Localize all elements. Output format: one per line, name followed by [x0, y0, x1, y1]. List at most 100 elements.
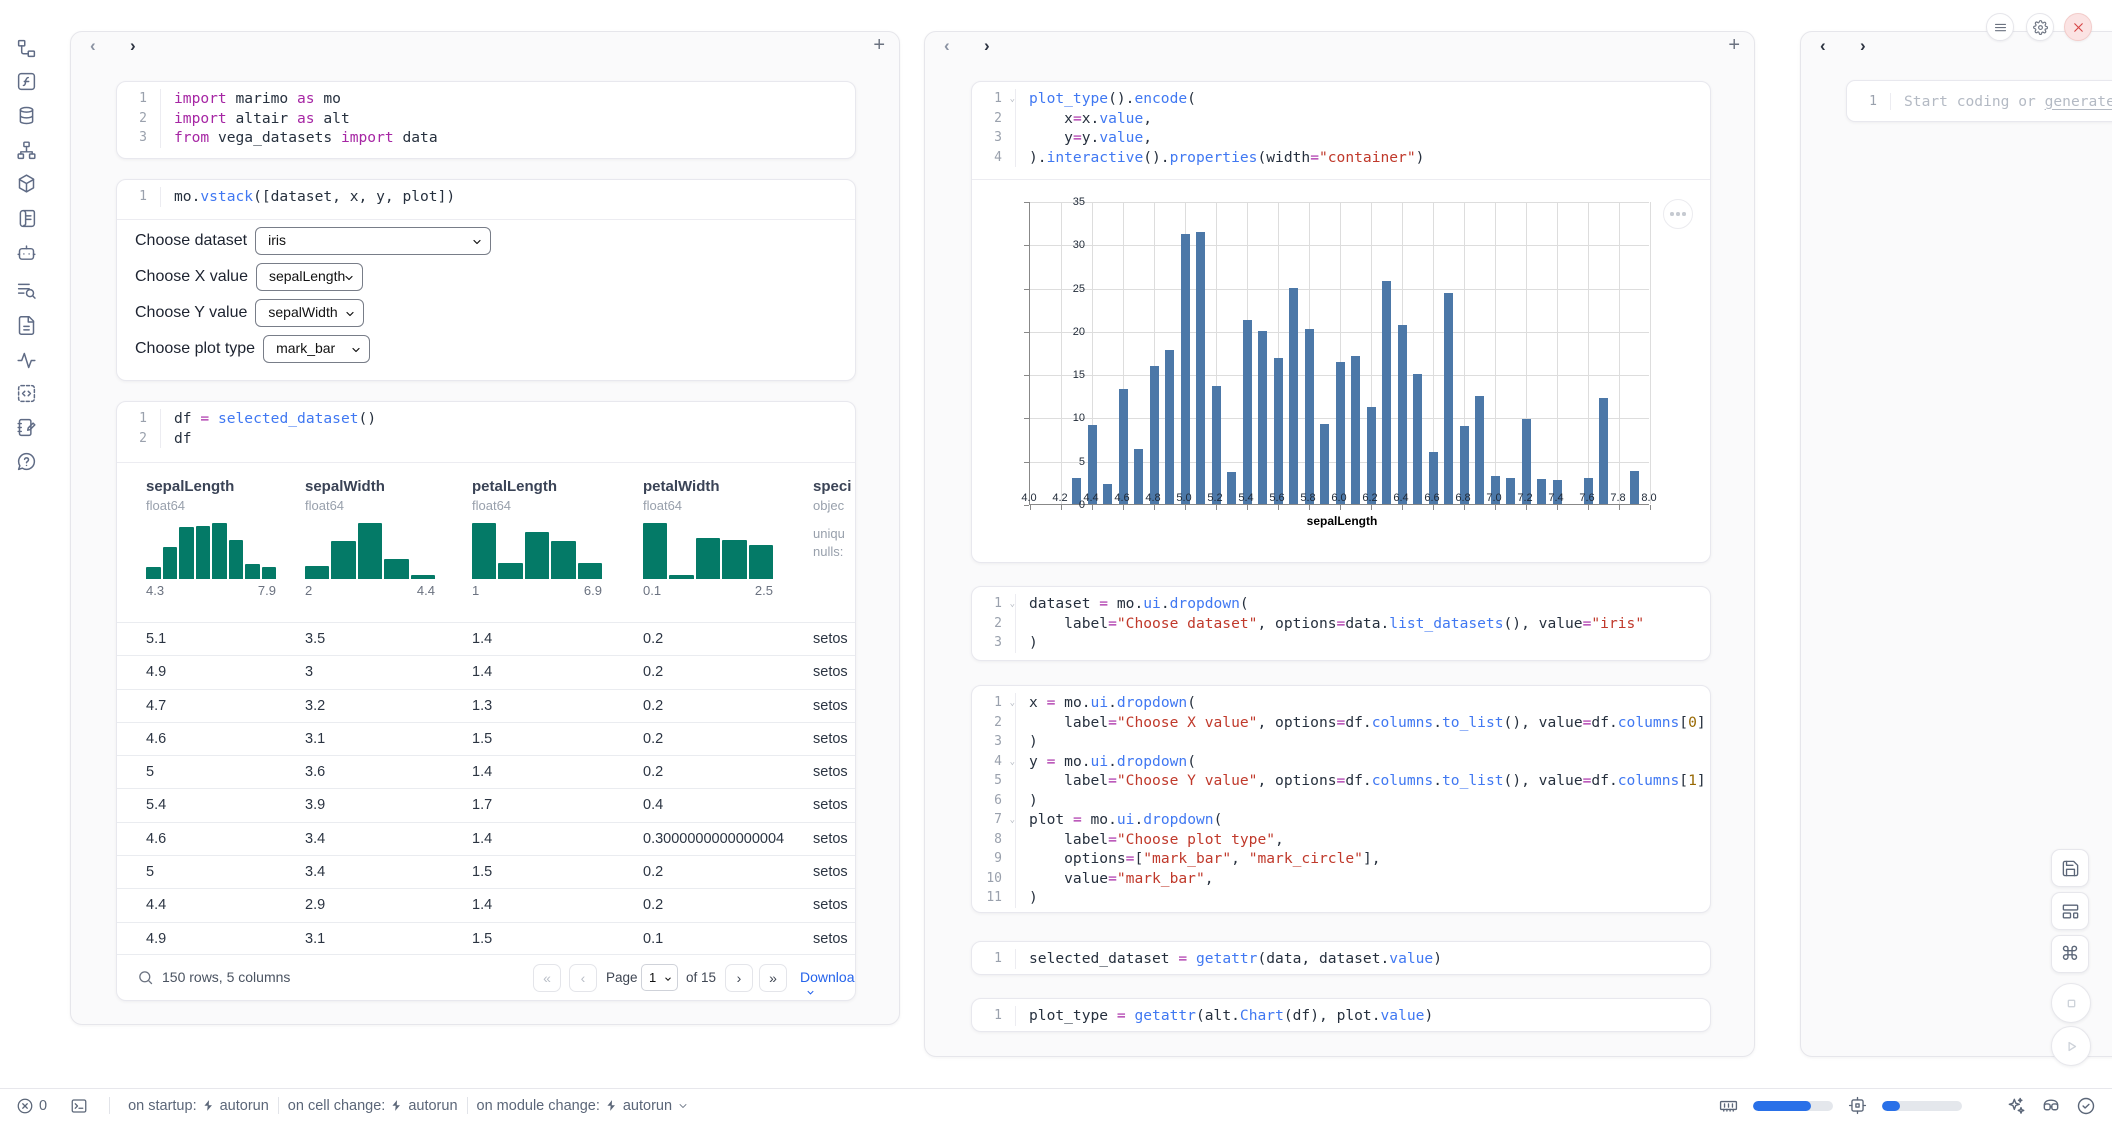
scratchpad-back-button[interactable]: ‹: [1820, 37, 1826, 55]
close-button[interactable]: [2064, 13, 2092, 41]
chart-bar[interactable]: [1181, 234, 1190, 504]
code-line[interactable]: 1df = selected_dataset(): [117, 409, 855, 429]
plot-type-cell[interactable]: 1plot_type = getattr(alt.Chart(df), plot…: [971, 998, 1711, 1032]
code-line[interactable]: 2import altair as alt: [117, 109, 855, 129]
fold-chevron-icon[interactable]: ⌄: [1010, 595, 1015, 615]
code-line[interactable]: 2 x=x.value,: [972, 109, 1710, 129]
fold-chevron-icon[interactable]: ⌄: [1010, 694, 1015, 714]
code-line[interactable]: 6): [972, 791, 1710, 811]
code-line[interactable]: 5 label="Choose Y value", options=df.col…: [972, 771, 1710, 791]
ai-sparkles-icon[interactable]: [2006, 1096, 2026, 1116]
column-header-sepalLength[interactable]: sepalLengthfloat644.37.9: [146, 478, 276, 598]
terminal-button[interactable]: [70, 1097, 88, 1115]
dataframe-cell[interactable]: 1df = selected_dataset()2df sepalLengthf…: [116, 401, 856, 1001]
code-line[interactable]: 9 options=["mark_bar", "mark_circle"],: [972, 849, 1710, 869]
chart-bar[interactable]: [1320, 424, 1329, 504]
chart-bar[interactable]: [1103, 484, 1112, 504]
chart-plot-area[interactable]: [1029, 202, 1649, 505]
column-forward-button[interactable]: ›: [984, 37, 990, 55]
vstack-cell[interactable]: 1mo.vstack([dataset, x, y, plot]) Choose…: [116, 179, 856, 381]
runtime-config-1[interactable]: on startup:autorun: [128, 1098, 269, 1114]
sidebar-file-tree-icon[interactable]: [13, 35, 39, 61]
chart-bar[interactable]: [1367, 407, 1376, 504]
dropdown-choose-dataset[interactable]: iris: [255, 227, 491, 255]
table-row[interactable]: 53.41.50.2setos: [117, 855, 855, 888]
code-line[interactable]: 3 y=y.value,: [972, 128, 1710, 148]
copilot-icon[interactable]: [2041, 1096, 2061, 1116]
table-row[interactable]: 5.43.91.70.4setos: [117, 788, 855, 821]
page-select[interactable]: 1: [641, 964, 678, 991]
chart-bar[interactable]: [1227, 472, 1236, 504]
chart-cell[interactable]: 1⌄plot_type().encode(2 x=x.value,3 y=y.v…: [971, 81, 1711, 563]
sidebar-scroll-icon[interactable]: [13, 205, 39, 231]
chart-bar[interactable]: [1506, 478, 1515, 504]
scratchpad-forward-button[interactable]: ›: [1860, 37, 1866, 55]
dropdown-choose-plot-type[interactable]: mark_bar: [263, 335, 370, 363]
chart-bar[interactable]: [1305, 329, 1314, 504]
sidebar-code-snippet-icon[interactable]: [13, 380, 39, 406]
sidebar-help-icon[interactable]: [13, 448, 39, 474]
stop-button[interactable]: [2051, 983, 2091, 1023]
run-status-icon[interactable]: [2076, 1096, 2096, 1116]
table-row[interactable]: 5.13.51.40.2setos: [117, 622, 855, 655]
sidebar-function-icon[interactable]: [13, 68, 39, 94]
add-cell-button[interactable]: +: [1728, 35, 1740, 55]
code-line[interactable]: 7⌄plot = mo.ui.dropdown(: [972, 810, 1710, 830]
table-row[interactable]: 4.63.41.40.3000000000000004setos: [117, 822, 855, 855]
chart-bar[interactable]: [1351, 356, 1360, 504]
code-line[interactable]: 1⌄dataset = mo.ui.dropdown(: [972, 594, 1710, 614]
code-line[interactable]: 4).interactive().properties(width="conta…: [972, 148, 1710, 168]
chart-bar[interactable]: [1243, 320, 1252, 504]
column-back-button[interactable]: ‹: [90, 37, 96, 55]
code-line[interactable]: 8 label="Choose plot type",: [972, 830, 1710, 850]
download-button[interactable]: Download: [800, 969, 856, 1001]
sidebar-notebook-pen-icon[interactable]: [13, 414, 39, 440]
chart-bar[interactable]: [1475, 396, 1484, 504]
dataset-dropdown-cell[interactable]: 1⌄dataset = mo.ui.dropdown(2 label="Choo…: [971, 586, 1711, 661]
code-line[interactable]: 1import marimo as mo: [117, 89, 855, 109]
generate-link[interactable]: generate: [2045, 93, 2112, 110]
run-button[interactable]: [2051, 1026, 2091, 1066]
dropdown-choose-y-value[interactable]: sepalWidth: [255, 299, 364, 327]
chart-bar[interactable]: [1274, 358, 1283, 504]
code-line[interactable]: 2 label="Choose dataset", options=data.l…: [972, 614, 1710, 634]
code-line[interactable]: 11): [972, 888, 1710, 908]
column-header-sepalWidth[interactable]: sepalWidthfloat6424.4: [305, 478, 435, 598]
sidebar-database-icon[interactable]: [13, 102, 39, 128]
code-line[interactable]: 1mo.vstack([dataset, x, y, plot]): [117, 187, 855, 207]
settings-button[interactable]: [2026, 13, 2054, 41]
table-row[interactable]: 4.63.11.50.2setos: [117, 722, 855, 755]
chart-bar[interactable]: [1165, 350, 1174, 504]
chart-bar[interactable]: [1134, 449, 1143, 504]
sidebar-activity-icon[interactable]: [13, 347, 39, 373]
fold-chevron-icon[interactable]: ⌄: [1010, 811, 1015, 831]
sidebar-list-search-icon[interactable]: [13, 277, 39, 303]
runtime-config-3[interactable]: on module change:autorun: [477, 1098, 690, 1114]
code-line[interactable]: 1plot_type = getattr(alt.Chart(df), plot…: [972, 1006, 1710, 1026]
fold-chevron-icon[interactable]: ⌄: [1010, 90, 1015, 110]
last-page-button[interactable]: »: [759, 964, 787, 992]
sidebar-document-icon[interactable]: [13, 312, 39, 338]
chart-bar[interactable]: [1382, 281, 1391, 504]
command-palette-button[interactable]: ⌘: [2051, 935, 2089, 973]
code-line[interactable]: 4⌄y = mo.ui.dropdown(: [972, 752, 1710, 772]
chart-bar[interactable]: [1398, 325, 1407, 504]
code-line[interactable]: 2df: [117, 429, 855, 449]
table-row[interactable]: 53.61.40.2setos: [117, 755, 855, 788]
code-line[interactable]: 3): [972, 732, 1710, 752]
sidebar-package-icon[interactable]: [13, 170, 39, 196]
menu-button[interactable]: [1986, 13, 2014, 41]
chart-bar[interactable]: [1336, 362, 1345, 504]
column-back-button[interactable]: ‹: [944, 37, 950, 55]
chart-menu-button[interactable]: [1663, 199, 1693, 229]
column-header-petalLength[interactable]: petalLengthfloat6416.9: [472, 478, 602, 598]
runtime-config-2[interactable]: on cell change:autorun: [288, 1098, 458, 1114]
chart-bar[interactable]: [1630, 471, 1639, 504]
chart-bar[interactable]: [1599, 398, 1608, 504]
next-page-button[interactable]: ›: [725, 964, 753, 992]
table-row[interactable]: 4.73.21.30.2setos: [117, 689, 855, 722]
column-forward-button[interactable]: ›: [130, 37, 136, 55]
code-line[interactable]: 10 value="mark_bar",: [972, 869, 1710, 889]
chart-bar[interactable]: [1258, 331, 1267, 504]
imports-cell[interactable]: 1import marimo as mo2import altair as al…: [116, 81, 856, 159]
